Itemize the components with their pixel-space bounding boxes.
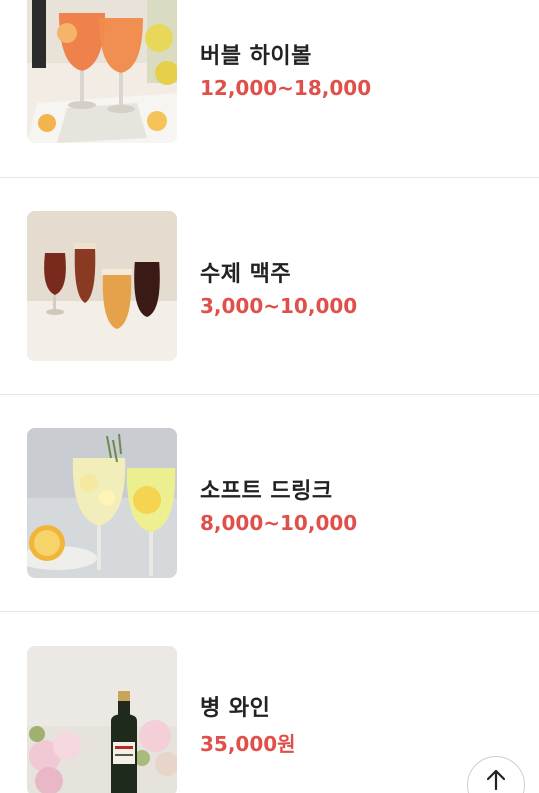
bottle-wine-flowers-photo <box>27 646 177 793</box>
menu-item-name: 버블 하이볼 <box>200 44 312 69</box>
menu-item-price: 8,000~10,000 <box>200 511 358 535</box>
highball-drinks-photo <box>27 0 177 143</box>
menu-item-name: 수제 맥주 <box>200 262 292 287</box>
craft-beer-glasses-photo <box>27 211 177 361</box>
arrow-up-icon <box>485 769 507 793</box>
list-item[interactable]: 버블 하이볼 12,000~18,000 <box>0 0 539 178</box>
menu-item-price: 12,000~18,000 <box>200 76 372 100</box>
list-item[interactable]: 소프트 드링크 8,000~10,000 <box>0 395 539 612</box>
menu-item-name: 병 와인 <box>200 696 271 721</box>
menu-item-name: 소프트 드링크 <box>200 479 333 504</box>
menu-list: 버블 하이볼 12,000~18,000 수제 맥주 3,000~10,000 <box>0 0 539 793</box>
list-item[interactable]: 수제 맥주 3,000~10,000 <box>0 178 539 395</box>
menu-item-price: 3,000~10,000 <box>200 294 358 318</box>
lemon-soft-drink-photo <box>27 428 177 578</box>
menu-item-price: 35,000원 <box>200 732 296 756</box>
list-item[interactable]: 병 와인 35,000원 <box>0 612 539 793</box>
